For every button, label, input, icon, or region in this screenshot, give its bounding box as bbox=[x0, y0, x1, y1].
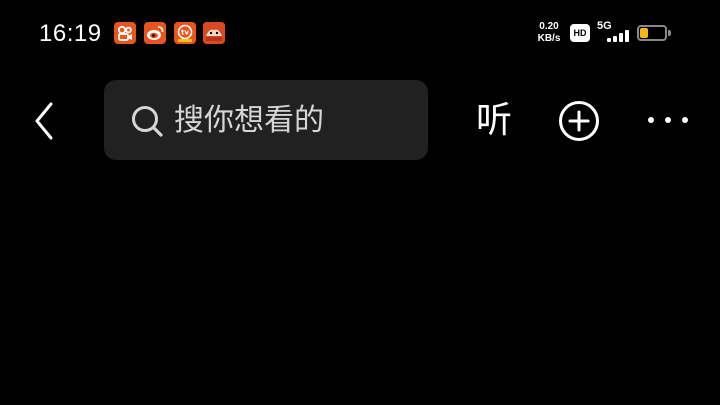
listen-button[interactable]: 听 bbox=[472, 98, 516, 144]
game-app-icon bbox=[203, 22, 225, 44]
battery-icon bbox=[637, 25, 667, 41]
search-placeholder: 搜你想看的 bbox=[174, 103, 324, 138]
chevron-left-icon bbox=[35, 102, 53, 140]
plus-circle-icon bbox=[559, 101, 599, 141]
network-speed-unit: KB/s bbox=[537, 33, 561, 44]
signal-bar bbox=[613, 36, 617, 42]
search-input[interactable]: 搜你想看的 bbox=[104, 80, 428, 160]
battery-tip bbox=[668, 30, 671, 36]
battery-level bbox=[640, 28, 648, 38]
weibo-icon bbox=[144, 22, 166, 44]
search-icon bbox=[132, 106, 163, 137]
add-button[interactable] bbox=[558, 100, 600, 142]
more-horizontal-icon bbox=[648, 117, 688, 123]
youku-tv-icon: tv bbox=[174, 22, 196, 44]
back-button[interactable] bbox=[24, 98, 64, 144]
signal-bar bbox=[625, 30, 629, 42]
network-speed: 0.20 KB/s bbox=[533, 21, 565, 45]
more-options-button[interactable] bbox=[645, 110, 691, 130]
kuaishou-icon bbox=[114, 22, 136, 44]
signal-bar bbox=[607, 38, 611, 42]
hd-badge: HD bbox=[570, 24, 590, 42]
network-speed-value: 0.20 bbox=[539, 21, 559, 32]
cellular-signal-icon: 5G bbox=[597, 20, 631, 44]
signal-bar bbox=[619, 33, 623, 42]
top-navigation-bar: 搜你想看的 听 bbox=[0, 78, 720, 164]
svg-text:tv: tv bbox=[181, 29, 189, 37]
status-bar: 16:19 tv 0.20 KB/s HD 5G bbox=[0, 0, 720, 66]
status-time: 16:19 bbox=[39, 20, 102, 47]
